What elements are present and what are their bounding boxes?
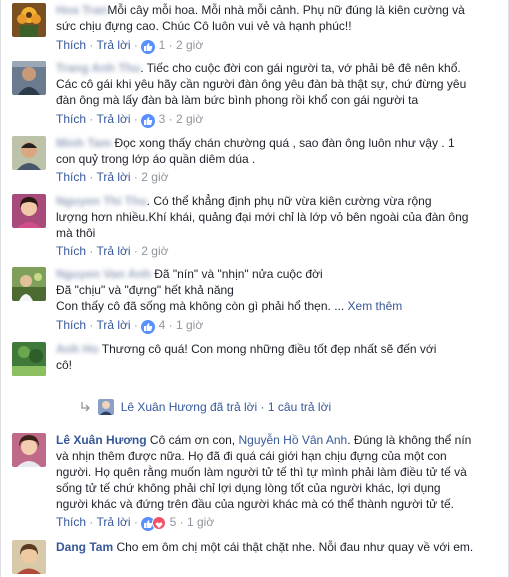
comment-text: . Có thể khẳng định phụ nữ vừa kiên cườn…: [146, 194, 432, 208]
love-reaction-icon[interactable]: [152, 516, 167, 530]
comment-text: Cho em ôm chị một cái thật chặt nhe. Nỗi…: [116, 540, 474, 554]
like-reaction-icon[interactable]: [141, 320, 156, 334]
comment-text: cô!: [56, 358, 73, 372]
avatar[interactable]: [12, 433, 46, 467]
commenter-name[interactable]: Hoa Tran: [56, 3, 107, 17]
comment-text: Cô cám ơn con,: [149, 433, 239, 447]
avatar[interactable]: [12, 3, 46, 37]
reply-summary[interactable]: Lê Xuân Hương đã trả lời · 1 câu trả lời: [80, 399, 331, 415]
comment-text: Đọc xong thấy chán chường quá , sao đàn …: [114, 136, 455, 150]
replier-text[interactable]: Lê Xuân Hương đã trả lời: [121, 400, 258, 414]
timestamp[interactable]: 2 giờ: [176, 38, 203, 52]
commenter-name[interactable]: Minh Tam: [56, 136, 111, 150]
like-button[interactable]: Thích: [56, 318, 86, 332]
comment-text: Đã "nín" và "nhịn" nửa cuộc đời: [154, 267, 323, 281]
avatar[interactable]: [12, 540, 46, 574]
comment-text: Con thấy cô đã sống mà không còn gì phải…: [56, 299, 345, 313]
like-count[interactable]: 3: [159, 112, 166, 126]
like-button[interactable]: Thích: [56, 112, 86, 126]
commenter-name[interactable]: Trang Anh Thu: [56, 61, 140, 75]
commenter-name[interactable]: Lê Xuân Hương: [56, 433, 147, 447]
avatar[interactable]: [12, 136, 46, 170]
avatar[interactable]: [12, 61, 46, 95]
left-border: [0, 0, 1, 577]
commenter-name[interactable]: Dang Tam: [56, 540, 113, 554]
reply-button[interactable]: Trả lời: [96, 112, 130, 126]
reply-count[interactable]: 1 câu trả lời: [268, 400, 331, 414]
comment-text: mà thôi: [56, 226, 96, 240]
comment-text: sức chịu đựng cao. Chúc Cô luôn vui vẻ v…: [56, 19, 352, 33]
reply-button[interactable]: Trả lời: [96, 244, 130, 258]
comment-text: lượng hơn nhiều.Khí khái, quảng đại mới …: [56, 210, 469, 224]
like-count[interactable]: 1: [159, 38, 166, 52]
commenter-name[interactable]: Nguyen Thi Thu: [56, 194, 147, 208]
comment-text: Tiếc cho cuộc đời con gái người ta, vớ p…: [146, 61, 461, 75]
reply-button[interactable]: Trả lời: [96, 318, 130, 332]
comment-text: người khác và đứng trên đầu của người kh…: [56, 497, 454, 511]
like-button[interactable]: Thích: [56, 170, 86, 184]
reply-button[interactable]: Trả lời: [96, 515, 130, 529]
comment-text: sống tử tế chứ không phải chỉ lợi dụng l…: [56, 481, 441, 495]
timestamp[interactable]: 1 giờ: [187, 515, 214, 529]
see-more-link[interactable]: Xem thêm: [348, 299, 403, 313]
timestamp[interactable]: 2 giờ: [141, 244, 168, 258]
reply-button[interactable]: Trả lời: [96, 170, 130, 184]
like-button[interactable]: Thích: [56, 515, 86, 529]
like-reaction-icon[interactable]: [141, 114, 156, 128]
avatar[interactable]: [12, 194, 46, 228]
comment-text: . Đúng là không thể nín: [347, 433, 472, 447]
comment-text: đàn ông mà lấy đàn bà làm bức bình phong…: [56, 93, 419, 107]
timestamp[interactable]: 1 giờ: [176, 318, 203, 332]
reply-button[interactable]: Trả lời: [96, 38, 130, 52]
like-count[interactable]: 5: [170, 515, 177, 529]
like-count[interactable]: 4: [159, 318, 166, 332]
timestamp[interactable]: 2 giờ: [141, 170, 168, 184]
commenter-name[interactable]: Anh Ho: [56, 342, 99, 356]
commenter-name[interactable]: Nguyen Van Anh: [56, 267, 151, 281]
like-reaction-icon[interactable]: [141, 40, 156, 54]
comment-text: Các cô gái khi yêu hãy cần người đàn ông…: [56, 77, 467, 91]
comment-text: con quỷ trong lớp áo quần diêm dúa .: [56, 152, 256, 166]
comment-text: người. Họ quên rằng muốn làm người tử tế…: [56, 465, 467, 479]
reply-arrow-icon: [81, 402, 90, 412]
comment-text: Đã "chịu" và "đựng" hết khả năng: [56, 283, 234, 297]
mention-link[interactable]: Nguyễn Hồ Vân Anh: [238, 433, 347, 447]
timestamp[interactable]: 2 giờ: [176, 112, 203, 126]
like-button[interactable]: Thích: [56, 244, 86, 258]
avatar[interactable]: [12, 267, 46, 301]
comment-text: và nhịn thêm được nữa. Họ đã đi quá cái …: [56, 449, 447, 463]
comment-text: Mỗi cây mỗi hoa. Mỗi nhà mỗi cảnh. Phụ n…: [107, 3, 465, 17]
like-button[interactable]: Thích: [56, 38, 86, 52]
avatar[interactable]: [12, 342, 46, 376]
comment-text: Thương cô quá! Con mong những điều tốt đ…: [101, 342, 437, 356]
replier-avatar: [98, 399, 115, 415]
